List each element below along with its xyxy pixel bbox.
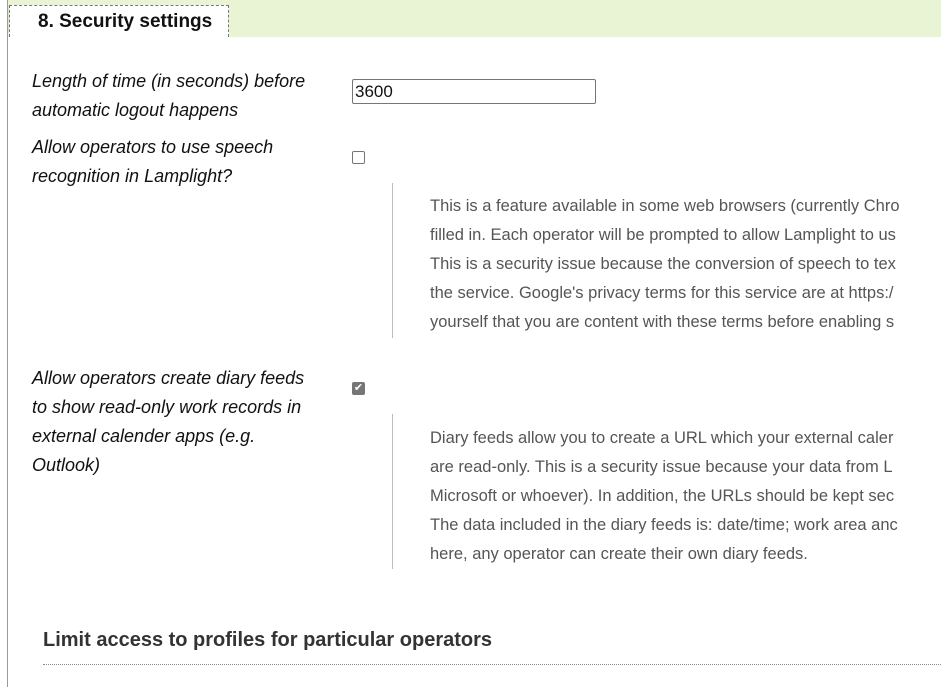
heading-divider [43,664,941,665]
profile-access-heading: Limit access to profiles for particular … [43,629,493,651]
label-line: Length of time (in seconds) before [32,71,306,91]
label-line: Allow operators to use speech [32,137,274,157]
help-line: yourself that you are content with these… [430,313,895,331]
label-line: to show read-only work records in [32,397,302,417]
help-line: are read-only. This is a security issue … [430,458,893,476]
label-line: recognition in Lamplight? [32,166,233,186]
checkmark-icon: ✔ [353,382,364,394]
help-divider [392,414,393,569]
help-line: filled in. Each operator will be prompte… [430,226,896,244]
speech-recognition-checkbox[interactable] [352,151,365,164]
label-line: Outlook) [32,455,101,475]
help-line: Microsoft or whoever). In addition, the … [430,487,895,505]
diary-feeds-label: Allow operators create diary feeds to sh… [32,364,332,480]
logout-time-input[interactable] [352,79,596,104]
logout-time-label: Length of time (in seconds) before autom… [32,67,332,125]
diary-feeds-checkbox[interactable]: ✔ [352,382,365,395]
label-line: external calender apps (e.g. [32,426,256,446]
section-title[interactable]: 8. Security settings [38,11,212,33]
label-line: automatic logout happens [32,100,239,120]
help-line: This is a feature available in some web … [430,197,900,215]
speech-recognition-help: This is a feature available in some web … [430,192,941,337]
page-left-border [7,0,8,687]
help-line: Diary feeds allow you to create a URL wh… [430,429,894,447]
help-divider [392,183,393,338]
help-line: here, any operator can create their own … [430,545,808,563]
diary-feeds-help: Diary feeds allow you to create a URL wh… [430,424,941,569]
help-line: This is a security issue because the con… [430,255,896,273]
help-line: The data included in the diary feeds is:… [430,516,898,534]
help-line: the service. Google's privacy terms for … [430,284,894,302]
label-line: Allow operators create diary feeds [32,368,305,388]
speech-recognition-label: Allow operators to use speech recognitio… [32,133,332,191]
